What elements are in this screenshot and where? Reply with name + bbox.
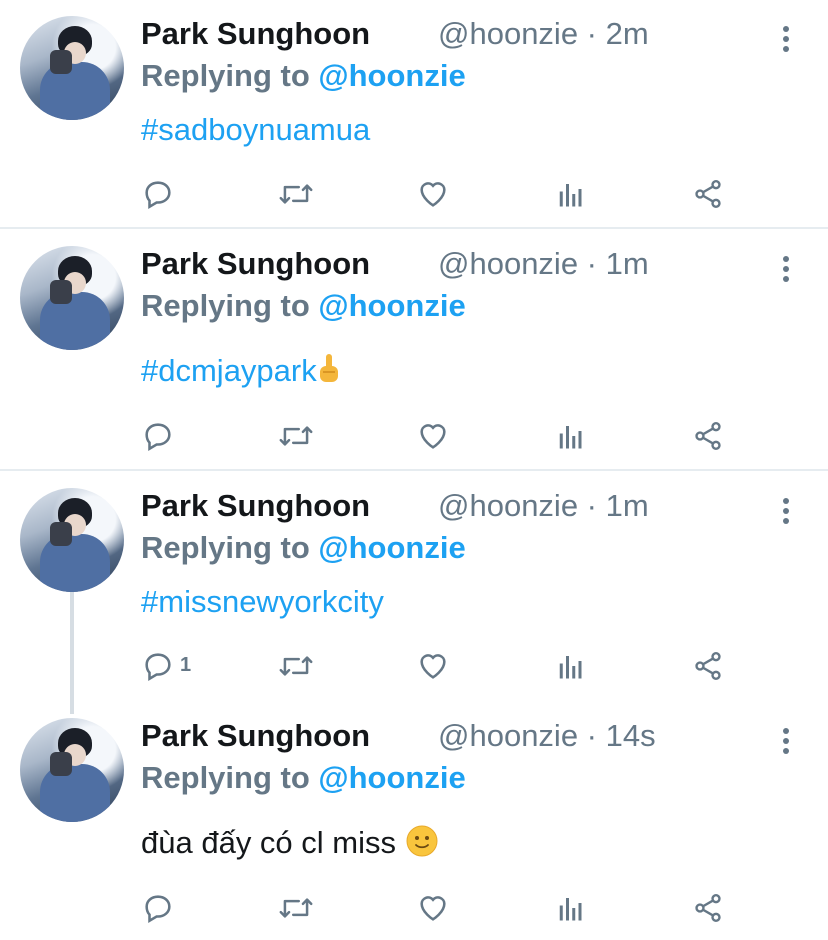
share-icon[interactable] [688, 416, 728, 456]
replying-to-mention[interactable]: @hoonzie [318, 530, 465, 565]
author-name[interactable]: Park Sunghoon [141, 718, 370, 754]
more-icon[interactable] [781, 728, 791, 758]
avatar[interactable] [20, 488, 124, 592]
avatar[interactable] [20, 16, 124, 120]
tweet-text[interactable]: #missnewyorkcity [141, 584, 384, 620]
author-handle-time: @hoonzie · 14s [438, 718, 656, 753]
replying-to-label: Replying to [141, 58, 319, 93]
more-icon[interactable] [781, 256, 791, 286]
like-icon[interactable] [413, 416, 453, 456]
author-name[interactable]: Park Sunghoon [141, 16, 370, 52]
reply-icon[interactable] [138, 888, 178, 928]
slight-smile-emoji-icon [405, 824, 439, 866]
replying-to-mention[interactable]: @hoonzie [318, 760, 465, 795]
reply-icon[interactable] [138, 174, 178, 214]
share-icon[interactable] [688, 888, 728, 928]
tweet-text[interactable]: đùa đấy có cl miss [141, 824, 439, 866]
divider [0, 227, 828, 229]
divider [0, 469, 828, 471]
reply-icon[interactable] [138, 416, 178, 456]
analytics-icon[interactable] [551, 646, 591, 686]
tweet-text-content[interactable]: #dcmjaypark [141, 353, 317, 388]
analytics-icon[interactable] [551, 416, 591, 456]
reply-count: 1 [180, 654, 192, 676]
replying-to-label: Replying to [141, 760, 319, 795]
analytics-icon[interactable] [551, 174, 591, 214]
avatar[interactable] [20, 246, 124, 350]
tweet-text[interactable]: #sadboynuamua [141, 112, 370, 148]
author-handle-time: @hoonzie · 2m [438, 16, 649, 51]
more-icon[interactable] [781, 26, 791, 56]
like-icon[interactable] [413, 646, 453, 686]
retweet-icon[interactable] [276, 888, 316, 928]
like-icon[interactable] [413, 888, 453, 928]
avatar[interactable] [20, 718, 124, 822]
tweet-text-content[interactable]: đùa đấy có cl miss [141, 825, 396, 860]
share-icon[interactable] [688, 646, 728, 686]
author-handle-time: @hoonzie · 1m [438, 488, 649, 523]
reply-icon[interactable] [138, 646, 178, 686]
replying-to: Replying to @hoonzie [141, 760, 466, 796]
thread-line [70, 592, 74, 714]
replying-to: Replying to @hoonzie [141, 288, 466, 324]
retweet-icon[interactable] [276, 174, 316, 214]
replying-to: Replying to @hoonzie [141, 58, 466, 94]
replying-to-mention[interactable]: @hoonzie [318, 58, 465, 93]
author-name[interactable]: Park Sunghoon [141, 246, 370, 282]
retweet-icon[interactable] [276, 416, 316, 456]
share-icon[interactable] [688, 174, 728, 214]
middle-finger-emoji-icon [317, 352, 341, 394]
more-icon[interactable] [781, 498, 791, 528]
like-icon[interactable] [413, 174, 453, 214]
tweet-text[interactable]: #dcmjaypark [141, 352, 341, 394]
replying-to-mention[interactable]: @hoonzie [318, 288, 465, 323]
author-name[interactable]: Park Sunghoon [141, 488, 370, 524]
replying-to-label: Replying to [141, 288, 319, 323]
replying-to: Replying to @hoonzie [141, 530, 466, 566]
author-handle-time: @hoonzie · 1m [438, 246, 649, 281]
replying-to-label: Replying to [141, 530, 319, 565]
retweet-icon[interactable] [276, 646, 316, 686]
analytics-icon[interactable] [551, 888, 591, 928]
